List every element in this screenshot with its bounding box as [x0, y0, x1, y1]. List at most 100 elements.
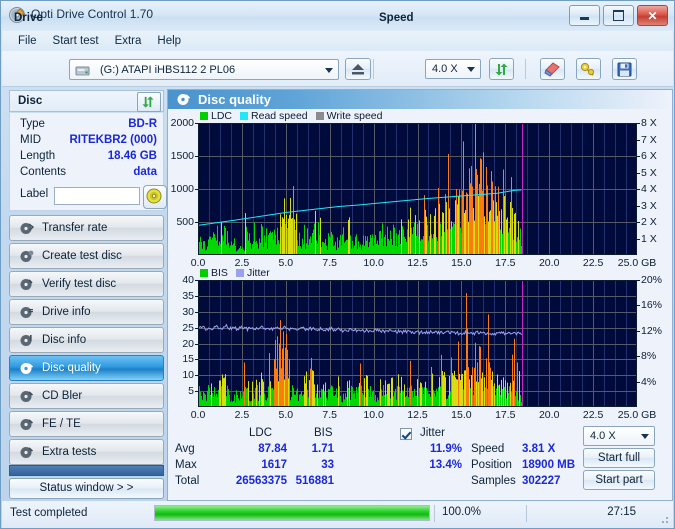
start-part-button[interactable]: Start part — [583, 470, 655, 490]
results-col-bis: BIS — [314, 427, 333, 439]
sidebar-item-disc-info[interactable]: Disc info — [9, 327, 164, 353]
x-tick-label: 17.5 — [495, 409, 516, 421]
disc-label-input[interactable] — [54, 187, 140, 205]
refresh-icon — [142, 96, 154, 108]
drive-select[interactable]: (G:) ATAPI iHBS112 2 PL06 — [69, 59, 339, 80]
x-tick-label: 2.5 — [234, 409, 250, 421]
y2-tick-label: 5 X — [641, 166, 657, 179]
disc-row-key: Type — [20, 118, 45, 130]
main-panel-header: Disc quality — [168, 90, 672, 109]
x-tick-label: 25.0 GB — [617, 257, 657, 269]
results-samples-label: Samples — [471, 475, 516, 487]
y-tick-label: 30 — [182, 305, 194, 318]
y2-tick-label: 4 X — [641, 183, 657, 195]
y-tick-mark — [195, 156, 198, 157]
x-tick-label: 17.5 — [495, 257, 516, 269]
y2-tick-label: 20% — [641, 274, 663, 286]
results-speed-select-value: 4.0 X — [590, 430, 616, 442]
disc-fete-icon — [20, 419, 33, 430]
disc-refresh-button[interactable] — [137, 92, 161, 112]
sidebar-item-cd-bler[interactable]: CD Bler — [9, 383, 164, 409]
y2-tick-mark — [637, 205, 640, 207]
y2-tick-label: 2 X — [641, 216, 657, 228]
menu-item-file[interactable]: File — [10, 33, 45, 49]
y-tick-mark — [195, 280, 198, 281]
x-tick-label: 25.0 GB — [617, 409, 657, 421]
title-bar: Opti Drive Control 1.70 ✕ — [1, 1, 674, 31]
y2-tick-mark — [637, 123, 640, 124]
tools-button[interactable] — [576, 58, 601, 80]
menu-item-extra[interactable]: Extra — [107, 33, 150, 49]
results-speed-select[interactable]: 4.0 X — [583, 426, 655, 446]
legend-label-jitter: Jitter — [246, 267, 270, 279]
speed-select[interactable]: 4.0 X — [425, 59, 481, 79]
save-icon — [617, 62, 632, 77]
drive-label: Drive — [14, 12, 43, 24]
jitter-checkbox[interactable] — [400, 428, 412, 440]
y-tick-mark — [195, 311, 198, 313]
sidebar-item-drive-info[interactable]: Drive info — [9, 299, 164, 325]
erase-button[interactable] — [540, 58, 565, 80]
disc-label-cd-button[interactable] — [143, 185, 167, 209]
toolbar-separator-1 — [373, 59, 374, 79]
y2-tick-mark — [637, 280, 640, 281]
window-title: Opti Drive Control 1.70 — [31, 7, 154, 21]
y-tick-label: 1500 — [170, 150, 194, 162]
save-button[interactable] — [612, 58, 637, 80]
eject-button[interactable] — [345, 58, 371, 80]
close-button[interactable]: ✕ — [637, 5, 668, 26]
x-tick-label: 7.5 — [322, 257, 337, 269]
sidebar-item-label: CD Bler — [42, 390, 83, 402]
sidebar-nav: Transfer rate Create test disc Verify te… — [9, 215, 164, 467]
sidebar-item-label: Drive info — [42, 306, 91, 318]
minimize-button[interactable] — [569, 5, 600, 26]
progress-bar-fill — [155, 506, 429, 520]
eject-icon — [352, 64, 364, 75]
y-tick-mark — [195, 123, 198, 124]
results-avg-ldc: 87.84 — [258, 443, 287, 455]
menu-item-help[interactable]: Help — [149, 33, 189, 49]
results-max-bis: 33 — [321, 459, 334, 471]
menu-item-start-test[interactable]: Start test — [45, 33, 107, 49]
resize-grip-icon[interactable] — [658, 513, 670, 525]
x-tick-label: 20.0 — [538, 257, 560, 269]
results-row-total-label: Total — [175, 475, 200, 487]
sidebar-item-label: Extra tests — [42, 446, 97, 458]
disc-row-value: BD-R — [128, 118, 157, 130]
y-tick-label: 500 — [176, 216, 194, 228]
results-avg-bis: 1.71 — [311, 443, 334, 455]
y-tick-label: 2000 — [170, 117, 194, 129]
window-controls: ✕ — [569, 5, 668, 26]
sidebar-item-fe-te[interactable]: FE / TE — [9, 411, 164, 437]
sidebar-item-transfer-rate[interactable]: Transfer rate — [9, 215, 164, 241]
y2-tick-mark — [637, 222, 640, 223]
start-full-button[interactable]: Start full — [583, 448, 655, 468]
results-col-jitter: Jitter — [420, 427, 445, 439]
progress-percent: 100.0% — [442, 506, 482, 518]
elapsed-time: 27:15 — [607, 506, 636, 518]
legend-label-ldc: LDC — [211, 110, 233, 122]
x-tick-label: 12.5 — [407, 257, 428, 269]
sidebar-item-label: Disc quality — [42, 362, 101, 374]
results-panel: LDC BIS Jitter Avg 87.84 1.71 11.9% Max … — [167, 425, 673, 490]
sidebar-item-verify-test-disc[interactable]: Verify test disc — [9, 271, 164, 297]
x-tick-label: 12.5 — [407, 409, 428, 421]
y-tick-mark — [195, 222, 198, 223]
disc-info-icon — [20, 335, 32, 346]
disc-write-icon — [20, 250, 34, 262]
sidebar-item-disc-quality[interactable]: Disc quality — [9, 355, 164, 381]
sidebar-item-extra-tests[interactable]: Extra tests — [9, 439, 164, 465]
disc-quality-icon — [20, 363, 34, 374]
toolbar-separator-2 — [525, 59, 526, 79]
y2-tick-mark — [637, 356, 640, 358]
y2-tick-label: 8% — [641, 350, 657, 363]
y-tick-mark — [195, 391, 198, 393]
maximize-button[interactable] — [603, 5, 634, 26]
sidebar-item-label: FE / TE — [42, 418, 81, 430]
results-total-ldc: 26563375 — [235, 475, 287, 487]
status-window-button[interactable]: Status window > > — [9, 478, 164, 499]
disc-panel-header: Disc — [9, 90, 164, 112]
disc-row-value: RITEKBR2 (000) — [69, 134, 157, 146]
refresh-speed-button[interactable] — [489, 58, 514, 80]
sidebar-item-create-test-disc[interactable]: Create test disc — [9, 243, 164, 269]
